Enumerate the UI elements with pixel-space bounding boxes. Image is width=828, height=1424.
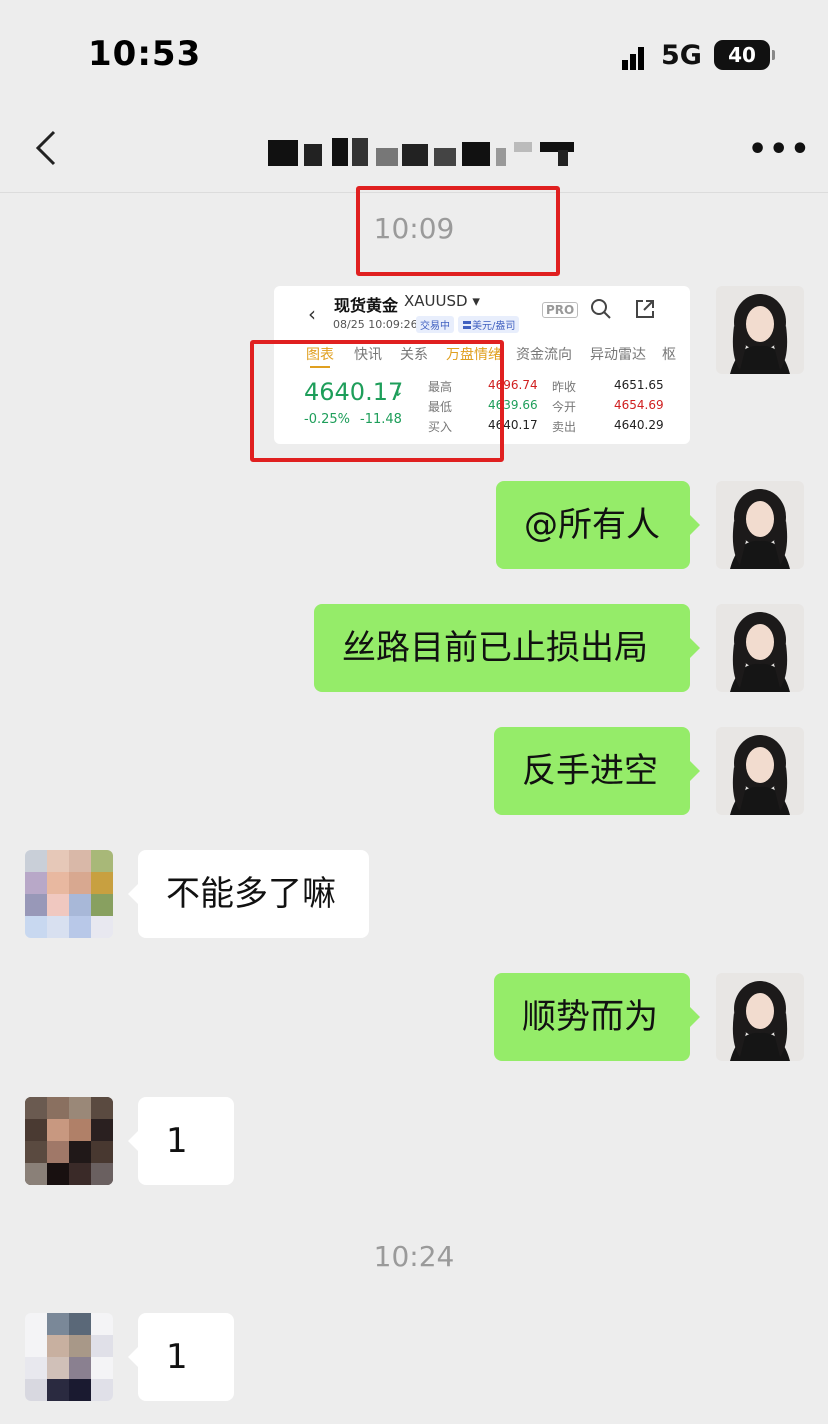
contact-avatar-pixelated[interactable] <box>25 1313 113 1401</box>
card-value: 4640.29 <box>614 418 664 432</box>
card-symbol: XAUUSD ▾ <box>404 292 480 310</box>
contact-avatar-pixelated[interactable] <box>25 850 113 938</box>
self-avatar[interactable] <box>716 604 804 692</box>
card-value: 4651.65 <box>614 378 664 392</box>
status-time: 10:53 <box>88 34 202 74</box>
card-search-icon <box>591 299 611 319</box>
self-avatar[interactable] <box>716 973 804 1061</box>
battery-icon: 40 <box>714 40 775 70</box>
self-avatar[interactable] <box>716 727 804 815</box>
back-button[interactable] <box>30 126 70 170</box>
card-label: 今开 <box>552 400 577 414</box>
card-value: 4654.69 <box>614 398 664 412</box>
chat-screen: 10:53 5G 40 ••• 10:09 ‹ 现货黄金 XAUUSD ▾ 08… <box>0 0 828 1424</box>
message-bubble-other[interactable]: 1 <box>128 1097 234 1185</box>
message-bubble-self[interactable]: 顺势而为 <box>494 973 700 1061</box>
card-tab: 枢 <box>662 347 676 363</box>
card-datetime: 08/25 10:09:26 <box>333 318 418 331</box>
card-tab: 异动雷达 <box>590 347 646 363</box>
self-avatar[interactable] <box>716 481 804 569</box>
message-bubble-other[interactable]: 1 <box>128 1313 234 1401</box>
timestamp: 10:24 <box>373 1240 455 1273</box>
card-pro-badge: PRO <box>542 302 579 318</box>
price-highlight-box <box>250 340 504 462</box>
message-bubble-other[interactable]: 不能多了嘛 <box>128 850 369 938</box>
contact-avatar-pixelated[interactable] <box>25 1097 113 1185</box>
self-avatar[interactable] <box>716 286 804 374</box>
more-options-button[interactable]: ••• <box>748 132 812 167</box>
card-tag-unit: 〓美元/盎司 <box>458 316 520 333</box>
network-type: 5G <box>661 40 702 71</box>
card-label: 昨收 <box>552 380 577 394</box>
card-tag-trading: 交易中 <box>416 316 454 333</box>
message-bubble-self[interactable]: 反手进空 <box>494 727 700 815</box>
card-asset-name: 现货黄金 <box>334 296 399 315</box>
card-share-icon <box>636 300 654 318</box>
timestamp: 10:09 <box>373 212 455 245</box>
card-back-icon: ‹ <box>308 302 316 326</box>
card-label: 卖出 <box>552 420 577 434</box>
message-bubble-self[interactable]: 丝路目前已止损出局 <box>314 604 700 692</box>
cellular-signal-icon <box>622 47 644 70</box>
message-bubble-self[interactable]: @所有人 <box>496 481 700 569</box>
chat-title-pixelated <box>268 138 574 166</box>
card-tab: 资金流向 <box>516 347 572 363</box>
